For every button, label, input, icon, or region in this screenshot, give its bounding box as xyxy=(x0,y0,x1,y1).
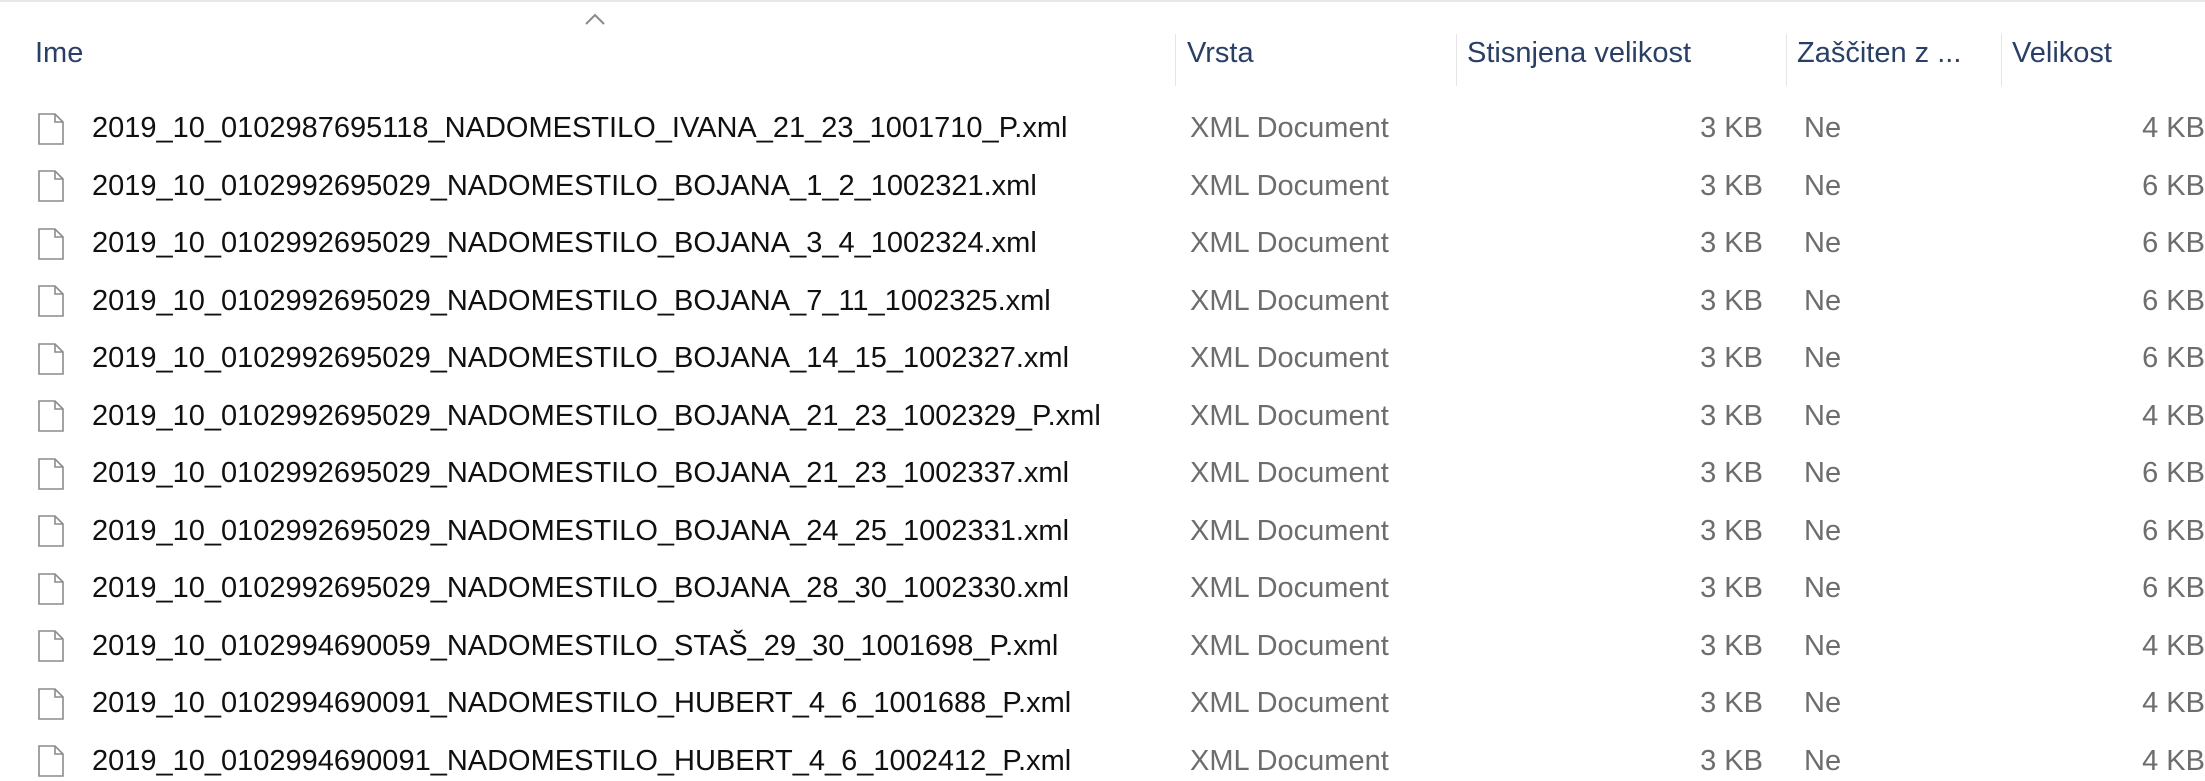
column-header-name[interactable]: Ime xyxy=(25,18,1175,88)
file-name: 2019_10_0102992695029_NADOMESTILO_BOJANA… xyxy=(92,399,1101,432)
file-size: 4 KB xyxy=(2142,744,2205,777)
document-icon xyxy=(38,675,74,733)
column-header-protected[interactable]: Zaščiten z ... xyxy=(1787,18,2002,88)
file-type: XML Document xyxy=(1190,227,1389,260)
file-size: 6 KB xyxy=(2142,169,2205,202)
file-type: XML Document xyxy=(1190,744,1389,777)
file-type: XML Document xyxy=(1190,342,1389,375)
file-name: 2019_10_0102994690091_NADOMESTILO_HUBERT… xyxy=(92,744,1072,777)
file-protected: Ne xyxy=(1804,169,1842,202)
file-size: 6 KB xyxy=(2142,284,2205,317)
document-icon xyxy=(38,158,74,216)
column-header-size[interactable]: Velikost xyxy=(2002,18,2205,88)
file-row[interactable]: 2019_10_0102992695029_NADOMESTILO_BOJANA… xyxy=(0,330,2205,388)
file-size: 4 KB xyxy=(2142,112,2205,145)
document-icon xyxy=(38,733,74,781)
file-size: 4 KB xyxy=(2142,687,2205,720)
file-list-view: Ime Vrsta Stisnjena velikost Zaščiten z … xyxy=(0,0,2205,781)
file-name: 2019_10_0102987695118_NADOMESTILO_IVANA_… xyxy=(92,112,1068,145)
file-protected: Ne xyxy=(1804,687,1842,720)
file-compressed-size: 3 KB xyxy=(1700,284,1763,317)
file-type: XML Document xyxy=(1190,457,1389,490)
document-icon xyxy=(38,330,74,388)
document-icon xyxy=(38,100,74,158)
file-row[interactable]: 2019_10_0102992695029_NADOMESTILO_BOJANA… xyxy=(0,388,2205,446)
file-protected: Ne xyxy=(1804,342,1842,375)
file-size: 6 KB xyxy=(2142,457,2205,490)
file-row[interactable]: 2019_10_0102992695029_NADOMESTILO_BOJANA… xyxy=(0,445,2205,503)
file-row[interactable]: 2019_10_0102992695029_NADOMESTILO_BOJANA… xyxy=(0,158,2205,216)
column-header-compressed-size[interactable]: Stisnjena velikost xyxy=(1457,18,1787,88)
file-compressed-size: 3 KB xyxy=(1700,744,1763,777)
file-compressed-size: 3 KB xyxy=(1700,227,1763,260)
file-compressed-size: 3 KB xyxy=(1700,629,1763,662)
file-name: 2019_10_0102994690091_NADOMESTILO_HUBERT… xyxy=(92,687,1072,720)
file-compressed-size: 3 KB xyxy=(1700,399,1763,432)
file-row[interactable]: 2019_10_0102992695029_NADOMESTILO_BOJANA… xyxy=(0,215,2205,273)
file-size: 6 KB xyxy=(2142,227,2205,260)
document-icon xyxy=(38,560,74,618)
file-name: 2019_10_0102992695029_NADOMESTILO_BOJANA… xyxy=(92,572,1070,605)
file-protected: Ne xyxy=(1804,629,1842,662)
file-compressed-size: 3 KB xyxy=(1700,514,1763,547)
file-row[interactable]: 2019_10_0102992695029_NADOMESTILO_BOJANA… xyxy=(0,560,2205,618)
file-row[interactable]: 2019_10_0102992695029_NADOMESTILO_BOJANA… xyxy=(0,503,2205,561)
file-name: 2019_10_0102992695029_NADOMESTILO_BOJANA… xyxy=(92,284,1051,317)
file-size: 6 KB xyxy=(2142,514,2205,547)
file-compressed-size: 3 KB xyxy=(1700,342,1763,375)
file-row[interactable]: 2019_10_0102994690091_NADOMESTILO_HUBERT… xyxy=(0,675,2205,733)
file-type: XML Document xyxy=(1190,687,1389,720)
file-compressed-size: 3 KB xyxy=(1700,457,1763,490)
file-row[interactable]: 2019_10_0102994690059_NADOMESTILO_STAŠ_2… xyxy=(0,618,2205,676)
column-separator[interactable] xyxy=(1175,34,1176,86)
file-row[interactable]: 2019_10_0102994690091_NADOMESTILO_HUBERT… xyxy=(0,733,2205,781)
file-size: 6 KB xyxy=(2142,572,2205,605)
file-protected: Ne xyxy=(1804,284,1842,317)
column-header-type[interactable]: Vrsta xyxy=(1177,18,1457,88)
file-protected: Ne xyxy=(1804,572,1842,605)
file-size: 4 KB xyxy=(2142,629,2205,662)
file-row[interactable]: 2019_10_0102992695029_NADOMESTILO_BOJANA… xyxy=(0,273,2205,331)
file-type: XML Document xyxy=(1190,169,1389,202)
file-type: XML Document xyxy=(1190,284,1389,317)
file-rows: 2019_10_0102987695118_NADOMESTILO_IVANA_… xyxy=(0,100,2205,781)
file-name: 2019_10_0102992695029_NADOMESTILO_BOJANA… xyxy=(92,514,1070,547)
file-type: XML Document xyxy=(1190,399,1389,432)
document-icon xyxy=(38,388,74,446)
file-type: XML Document xyxy=(1190,572,1389,605)
file-protected: Ne xyxy=(1804,227,1842,260)
file-type: XML Document xyxy=(1190,629,1389,662)
file-protected: Ne xyxy=(1804,514,1842,547)
column-header-bar: Ime Vrsta Stisnjena velikost Zaščiten z … xyxy=(0,0,2205,86)
document-icon xyxy=(38,215,74,273)
file-compressed-size: 3 KB xyxy=(1700,572,1763,605)
file-protected: Ne xyxy=(1804,744,1842,777)
file-name: 2019_10_0102992695029_NADOMESTILO_BOJANA… xyxy=(92,169,1037,202)
file-compressed-size: 3 KB xyxy=(1700,112,1763,145)
document-icon xyxy=(38,445,74,503)
document-icon xyxy=(38,503,74,561)
document-icon xyxy=(38,273,74,331)
file-protected: Ne xyxy=(1804,457,1842,490)
file-size: 4 KB xyxy=(2142,399,2205,432)
file-row[interactable]: 2019_10_0102987695118_NADOMESTILO_IVANA_… xyxy=(0,100,2205,158)
file-protected: Ne xyxy=(1804,112,1842,145)
file-compressed-size: 3 KB xyxy=(1700,687,1763,720)
document-icon xyxy=(38,618,74,676)
file-name: 2019_10_0102992695029_NADOMESTILO_BOJANA… xyxy=(92,227,1037,260)
file-type: XML Document xyxy=(1190,514,1389,547)
file-protected: Ne xyxy=(1804,399,1842,432)
file-name: 2019_10_0102994690059_NADOMESTILO_STAŠ_2… xyxy=(92,629,1059,662)
file-size: 6 KB xyxy=(2142,342,2205,375)
file-name: 2019_10_0102992695029_NADOMESTILO_BOJANA… xyxy=(92,342,1070,375)
file-name: 2019_10_0102992695029_NADOMESTILO_BOJANA… xyxy=(92,457,1070,490)
file-type: XML Document xyxy=(1190,112,1389,145)
file-compressed-size: 3 KB xyxy=(1700,169,1763,202)
